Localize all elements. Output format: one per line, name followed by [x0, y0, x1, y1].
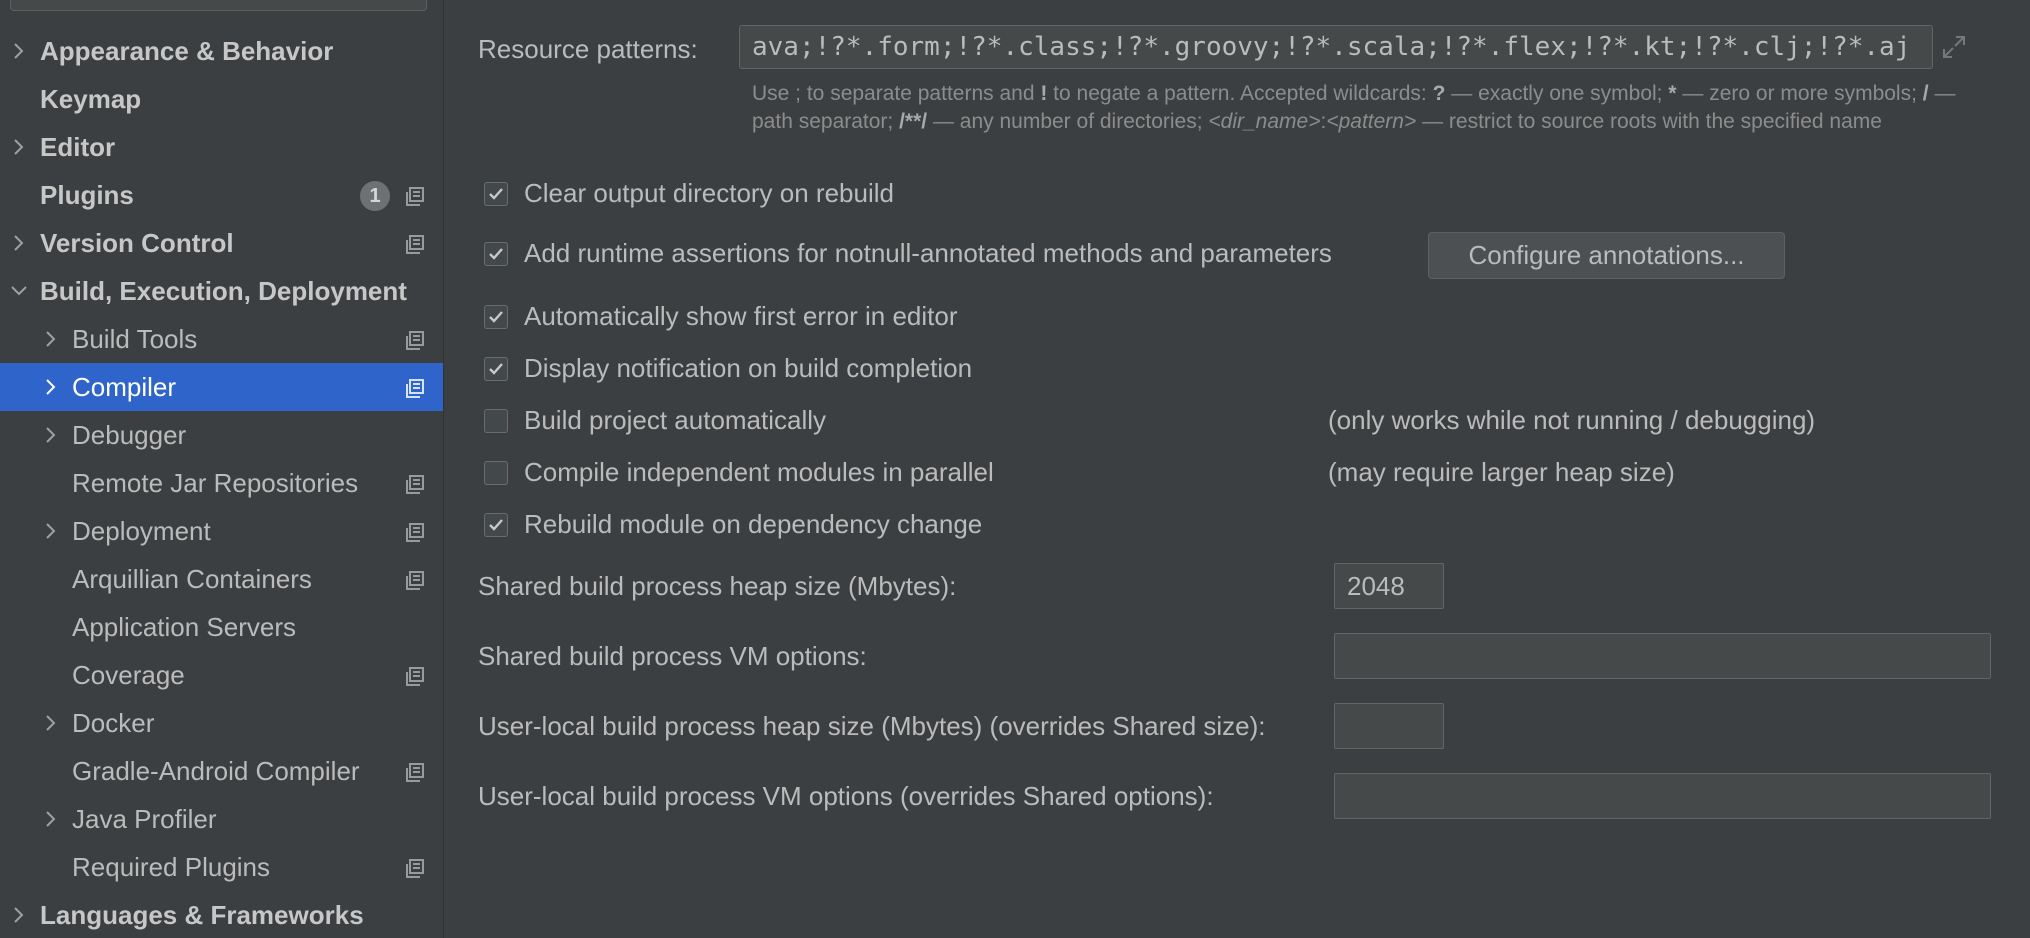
sidebar-item-plugins[interactable]: Plugins 1: [0, 171, 443, 219]
build-automatically-note: (only works while not running / debuggin…: [1328, 405, 1816, 435]
parallel-compile-note: (may require larger heap size): [1328, 457, 1675, 487]
build-notification-label: Display notification on build completion: [524, 353, 973, 383]
shared-vm-options-input[interactable]: [1334, 633, 1991, 679]
chevron-right-icon[interactable]: [6, 230, 32, 256]
sidebar-item-label: Version Control: [40, 227, 234, 258]
chevron-down-icon[interactable]: [6, 278, 32, 304]
sidebar-item-label: Compiler: [72, 371, 177, 402]
sidebar-item-coverage[interactable]: Coverage: [0, 651, 443, 699]
chevron-right-icon[interactable]: [38, 374, 64, 400]
shared-vm-options-label: Shared build process VM options:: [478, 641, 867, 671]
sidebar-item-gradle-android-compiler[interactable]: Gradle-Android Compiler: [0, 747, 443, 795]
build-notification-checkbox[interactable]: [484, 357, 508, 381]
runtime-assertions-label: Add runtime assertions for notnull-annot…: [524, 238, 1332, 268]
sidebar-item-label: Keymap: [40, 83, 142, 114]
user-local-vm-options-input[interactable]: [1334, 773, 1991, 819]
sidebar-item-remote-jar-repositories[interactable]: Remote Jar Repositories: [0, 459, 443, 507]
chevron-right-icon[interactable]: [6, 38, 32, 64]
sidebar-item-label: Languages & Frameworks: [40, 899, 364, 930]
sidebar-item-languages-frameworks[interactable]: Languages & Frameworks: [0, 891, 443, 938]
parallel-compile-label: Compile independent modules in parallel: [524, 457, 994, 487]
sidebar-item-editor[interactable]: Editor: [0, 123, 443, 171]
sidebar-item-version-control[interactable]: Version Control: [0, 219, 443, 267]
sidebar-item-label: Java Profiler: [72, 803, 217, 834]
sidebar-item-docker[interactable]: Docker: [0, 699, 443, 747]
chevron-right-icon[interactable]: [6, 902, 32, 928]
sidebar-item-required-plugins[interactable]: Required Plugins: [0, 843, 443, 891]
settings-search-input[interactable]: [10, 0, 427, 11]
sidebar-item-application-servers[interactable]: Application Servers: [0, 603, 443, 651]
sidebar-item-label: Gradle-Android Compiler: [72, 755, 360, 786]
project-level-icon: [404, 184, 426, 206]
sidebar-item-label: Appearance & Behavior: [40, 35, 334, 66]
parallel-compile-checkbox[interactable]: [484, 461, 508, 485]
sidebar-item-appearance-behavior[interactable]: Appearance & Behavior: [0, 27, 443, 75]
project-level-icon: [404, 664, 426, 686]
configure-annotations-button[interactable]: Configure annotations...: [1428, 232, 1785, 279]
runtime-assertions-checkbox[interactable]: [484, 242, 508, 266]
chevron-right-icon[interactable]: [38, 422, 64, 448]
show-first-error-label: Automatically show first error in editor: [524, 301, 958, 331]
project-level-icon: [404, 856, 426, 878]
sidebar-item-label: Editor: [40, 131, 116, 162]
chevron-right-icon[interactable]: [38, 710, 64, 736]
sidebar-item-label: Required Plugins: [72, 851, 271, 882]
settings-sidebar: Appearance & Behavior Keymap Editor Plug…: [0, 0, 444, 938]
chevron-right-icon[interactable]: [38, 806, 64, 832]
chevron-right-icon[interactable]: [38, 326, 64, 352]
project-level-icon: [404, 232, 426, 254]
show-first-error-checkbox[interactable]: [484, 305, 508, 329]
project-level-icon: [404, 760, 426, 782]
user-local-vm-options-label: User-local build process VM options (ove…: [478, 781, 1214, 811]
rebuild-on-dependency-checkbox[interactable]: [484, 513, 508, 537]
build-automatically-checkbox[interactable]: [484, 409, 508, 433]
resource-patterns-label: Resource patterns:: [478, 34, 698, 64]
plugins-update-badge: 1: [360, 181, 390, 211]
expand-icon[interactable]: [1941, 34, 1967, 60]
clear-output-directory-label: Clear output directory on rebuild: [524, 178, 894, 208]
resource-patterns-input[interactable]: ava;!?*.form;!?*.class;!?*.groovy;!?*.sc…: [739, 25, 1933, 69]
sidebar-item-compiler[interactable]: Compiler: [0, 363, 443, 411]
sidebar-item-label: Application Servers: [72, 611, 296, 642]
sidebar-item-label: Build, Execution, Deployment: [40, 275, 407, 306]
sidebar-item-debugger[interactable]: Debugger: [0, 411, 443, 459]
project-level-icon: [404, 472, 426, 494]
sidebar-item-build-execution-deployment[interactable]: Build, Execution, Deployment: [0, 267, 443, 315]
chevron-right-icon[interactable]: [6, 134, 32, 160]
sidebar-item-label: Build Tools: [72, 323, 198, 354]
sidebar-item-label: Deployment: [72, 515, 211, 546]
chevron-right-icon[interactable]: [38, 518, 64, 544]
user-local-heap-size-input[interactable]: [1334, 703, 1444, 749]
project-level-icon: [404, 376, 426, 398]
project-level-icon: [404, 328, 426, 350]
resource-patterns-value: ava;!?*.form;!?*.class;!?*.groovy;!?*.sc…: [752, 32, 1911, 62]
sidebar-item-label: Coverage: [72, 659, 185, 690]
shared-heap-size-input[interactable]: 2048: [1334, 563, 1444, 609]
sidebar-item-label: Remote Jar Repositories: [72, 467, 359, 498]
sidebar-item-label: Debugger: [72, 419, 187, 450]
clear-output-directory-checkbox[interactable]: [484, 182, 508, 206]
build-automatically-label: Build project automatically: [524, 405, 827, 435]
resource-patterns-hint: Use ; to separate patterns and ! to nega…: [752, 82, 1956, 133]
sidebar-item-build-tools[interactable]: Build Tools: [0, 315, 443, 363]
shared-heap-size-label: Shared build process heap size (Mbytes):: [478, 571, 957, 601]
sidebar-item-java-profiler[interactable]: Java Profiler: [0, 795, 443, 843]
compiler-settings-panel: Resource patterns: ava;!?*.form;!?*.clas…: [444, 0, 2030, 938]
project-level-icon: [404, 568, 426, 590]
rebuild-on-dependency-label: Rebuild module on dependency change: [524, 509, 983, 539]
sidebar-item-arquillian-containers[interactable]: Arquillian Containers: [0, 555, 443, 603]
sidebar-item-deployment[interactable]: Deployment: [0, 507, 443, 555]
project-level-icon: [404, 520, 426, 542]
sidebar-item-label: Docker: [72, 707, 155, 738]
user-local-heap-size-label: User-local build process heap size (Mbyt…: [478, 711, 1266, 741]
sidebar-item-keymap[interactable]: Keymap: [0, 75, 443, 123]
shared-heap-size-value: 2048: [1347, 570, 1405, 601]
sidebar-item-label: Plugins: [40, 179, 134, 210]
sidebar-item-label: Arquillian Containers: [72, 563, 312, 594]
